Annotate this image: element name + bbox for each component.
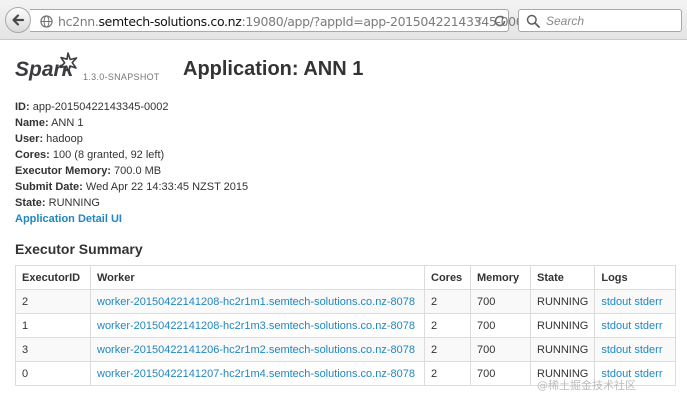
memory-cell: 700 <box>470 337 531 362</box>
state-cell: RUNNING <box>529 289 596 314</box>
url-text: hc2nn.semtech-solutions.co.nz:19080/app/… <box>58 14 531 29</box>
worker-link[interactable]: worker-20150422141207-hc2r1m4.semtech-so… <box>97 368 415 380</box>
worker-cell: worker-20150422141208-hc2r1m1.semtech-so… <box>90 289 425 314</box>
page-title: Application: ANN 1 <box>183 58 364 80</box>
state-cell: RUNNING <box>529 337 596 362</box>
version-label: 1.3.0-SNAPSHOT <box>83 72 160 82</box>
stdout-link[interactable]: stdout <box>601 296 631 308</box>
state-cell: RUNNING <box>529 313 596 338</box>
table-row: 2 worker-20150422141208-hc2r1m1.semtech-… <box>15 289 677 314</box>
address-bar[interactable]: hc2nn.semtech-solutions.co.nz:19080/app/… <box>30 9 531 32</box>
column-header-executor-id[interactable]: ExecutorID <box>15 265 91 290</box>
stderr-link[interactable]: stderr <box>634 344 662 356</box>
search-box[interactable] <box>518 9 682 32</box>
app-details-list: ID: app-20150422143345-0002 Name: ANN 1 … <box>15 99 248 227</box>
detail-user: User: hadoop <box>15 133 83 145</box>
cores-cell: 2 <box>424 361 471 386</box>
application-detail-ui-link[interactable]: Application Detail UI <box>15 213 122 225</box>
detail-id: ID: app-20150422143345-0002 <box>15 101 169 113</box>
search-input[interactable] <box>546 13 676 28</box>
memory-cell: 700 <box>470 313 531 338</box>
globe-icon <box>40 15 53 28</box>
browser-toolbar: hc2nn.semtech-solutions.co.nz:19080/app/… <box>0 0 687 40</box>
stdout-link[interactable]: stdout <box>601 344 631 356</box>
logs-cell: stdout stderr <box>594 313 677 338</box>
executor-summary-title: Executor Summary <box>15 241 143 257</box>
cores-cell: 2 <box>424 313 471 338</box>
worker-link[interactable]: worker-20150422141206-hc2r1m2.semtech-so… <box>97 344 415 356</box>
stderr-link[interactable]: stderr <box>634 320 662 332</box>
executor-summary-table: ExecutorID Worker Cores Memory State Log… <box>15 265 677 386</box>
detail-name: Name: ANN 1 <box>15 117 84 129</box>
table-row: 1 worker-20150422141208-hc2r1m3.semtech-… <box>15 313 677 338</box>
detail-ui-item: Application Detail UI <box>15 211 248 227</box>
url-dropdown-icon[interactable]: ▽ <box>475 15 482 26</box>
table-row: 3 worker-20150422141206-hc2r1m2.semtech-… <box>15 337 677 362</box>
search-icon <box>526 14 540 28</box>
executor-id-cell: 3 <box>15 337 91 362</box>
logs-cell: stdout stderr <box>594 337 677 362</box>
executor-id-cell: 2 <box>15 289 91 314</box>
worker-cell: worker-20150422141207-hc2r1m4.semtech-so… <box>90 361 425 386</box>
column-header-worker[interactable]: Worker <box>90 265 425 290</box>
executor-id-cell: 1 <box>15 313 91 338</box>
logs-cell: stdout stderr <box>594 289 677 314</box>
table-header-row: ExecutorID Worker Cores Memory State Log… <box>15 265 677 290</box>
column-header-state[interactable]: State <box>529 265 596 290</box>
watermark: @稀土掘金技术社区 <box>537 379 636 392</box>
reload-icon[interactable] <box>492 13 508 29</box>
stderr-link[interactable]: stderr <box>634 296 662 308</box>
worker-cell: worker-20150422141206-hc2r1m2.semtech-so… <box>90 337 425 362</box>
column-header-logs[interactable]: Logs <box>594 265 677 290</box>
stdout-link[interactable]: stdout <box>601 320 631 332</box>
stderr-link[interactable]: stderr <box>634 368 662 380</box>
detail-state: State: RUNNING <box>15 197 100 209</box>
detail-cores: Cores: 100 (8 granted, 92 left) <box>15 149 165 161</box>
cores-cell: 2 <box>424 337 471 362</box>
executor-id-cell: 0 <box>15 361 91 386</box>
spark-logo: Spark <box>15 52 78 81</box>
back-button[interactable] <box>5 7 31 33</box>
worker-link[interactable]: worker-20150422141208-hc2r1m3.semtech-so… <box>97 320 415 332</box>
back-arrow-icon <box>12 14 25 26</box>
column-header-memory[interactable]: Memory <box>470 265 531 290</box>
worker-link[interactable]: worker-20150422141208-hc2r1m1.semtech-so… <box>97 296 415 308</box>
memory-cell: 700 <box>470 361 531 386</box>
detail-submit-date: Submit Date: Wed Apr 22 14:33:45 NZST 20… <box>15 181 249 193</box>
worker-cell: worker-20150422141208-hc2r1m3.semtech-so… <box>90 313 425 338</box>
column-header-cores[interactable]: Cores <box>424 265 471 290</box>
detail-executor-memory: Executor Memory: 700.0 MB <box>15 165 162 177</box>
cores-cell: 2 <box>424 289 471 314</box>
memory-cell: 700 <box>470 289 531 314</box>
